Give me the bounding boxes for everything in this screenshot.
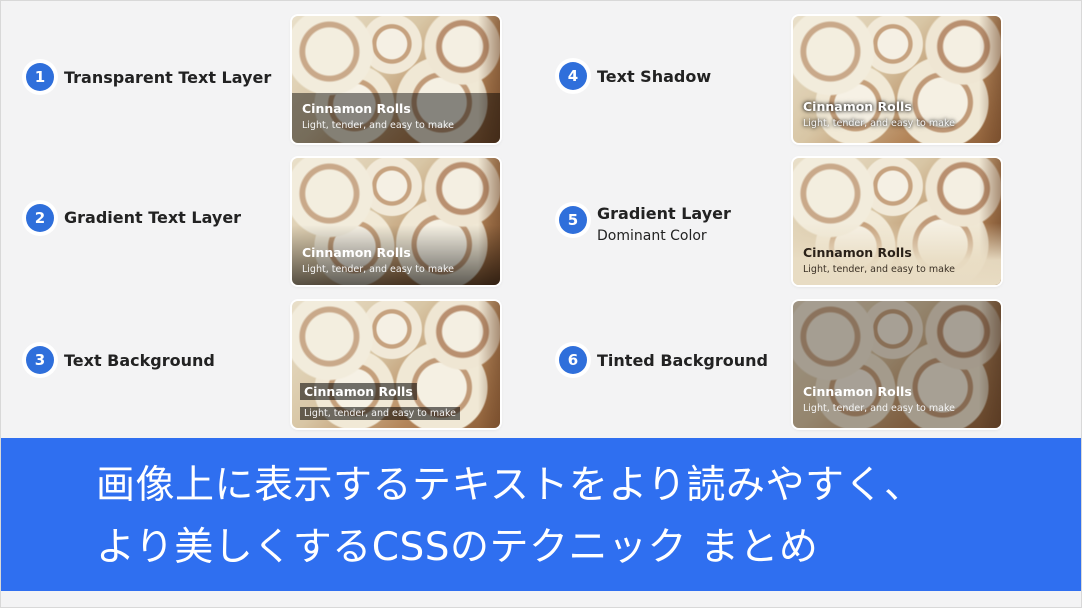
text-layer: Cinnamon Rolls Light, tender, and easy t… bbox=[292, 381, 500, 428]
card-title: Cinnamon Rolls bbox=[803, 245, 912, 260]
technique-item-6: 6 Tinted Background Cinnamon Rolls Light… bbox=[559, 299, 1039, 429]
banner-title-line-2: より美しくするCSSのテクニック まとめ bbox=[96, 525, 819, 570]
card-subtitle: Light, tender, and easy to make bbox=[803, 118, 955, 129]
card-subtitle: Light, tender, and easy to make bbox=[300, 407, 460, 420]
technique-sublabel: Dominant Color bbox=[597, 228, 707, 244]
technique-item-4: 4 Text Shadow Cinnamon Rolls Light, tend… bbox=[559, 15, 1039, 145]
example-card: Cinnamon Rolls Light, tender, and easy t… bbox=[793, 301, 1001, 428]
card-title: Cinnamon Rolls bbox=[302, 101, 411, 116]
text-layer: Cinnamon Rolls Light, tender, and easy t… bbox=[793, 223, 1001, 285]
text-layer: Cinnamon Rolls Light, tender, and easy t… bbox=[292, 93, 500, 143]
example-card: Cinnamon Rolls Light, tender, and easy t… bbox=[292, 301, 500, 428]
text-layer: Cinnamon Rolls Light, tender, and easy t… bbox=[793, 99, 1001, 143]
example-card: Cinnamon Rolls Light, tender, and easy t… bbox=[292, 158, 500, 285]
number-badge: 1 bbox=[26, 63, 54, 91]
technique-label: Transparent Text Layer bbox=[64, 68, 272, 87]
card-title: Cinnamon Rolls bbox=[803, 384, 912, 399]
card-subtitle: Light, tender, and easy to make bbox=[302, 120, 454, 131]
example-card: Cinnamon Rolls Light, tender, and easy t… bbox=[793, 16, 1001, 143]
technique-item-3: 3 Text Background Cinnamon Rolls Light, … bbox=[26, 299, 506, 429]
example-card: Cinnamon Rolls Light, tender, and easy t… bbox=[793, 158, 1001, 285]
card-subtitle: Light, tender, and easy to make bbox=[302, 264, 454, 275]
card-title: Cinnamon Rolls bbox=[302, 245, 411, 260]
card-subtitle: Light, tender, and easy to make bbox=[803, 403, 955, 414]
technique-label: Gradient Layer bbox=[597, 204, 731, 223]
technique-item-1: 1 Transparent Text Layer Cinnamon Rolls … bbox=[26, 15, 506, 145]
number-badge: 6 bbox=[559, 346, 587, 374]
text-layer: Cinnamon Rolls Light, tender, and easy t… bbox=[292, 225, 500, 285]
card-subtitle: Light, tender, and easy to make bbox=[803, 264, 955, 275]
example-card: Cinnamon Rolls Light, tender, and easy t… bbox=[292, 16, 500, 143]
card-title: Cinnamon Rolls bbox=[803, 99, 912, 114]
number-badge: 5 bbox=[559, 206, 587, 234]
technique-item-5: 5 Gradient Layer Dominant Color Cinnamon… bbox=[559, 157, 1039, 287]
technique-label: Text Shadow bbox=[597, 67, 712, 86]
title-banner: 画像上に表示するテキストをより読みやすく、 より美しくするCSSのテクニック ま… bbox=[1, 438, 1081, 591]
technique-item-2: 2 Gradient Text Layer Cinnamon Rolls Lig… bbox=[26, 157, 506, 287]
banner-title-line-1: 画像上に表示するテキストをより読みやすく、 bbox=[96, 463, 924, 508]
number-badge: 2 bbox=[26, 204, 54, 232]
technique-label: Gradient Text Layer bbox=[64, 208, 242, 227]
number-badge: 3 bbox=[26, 346, 54, 374]
text-layer: Cinnamon Rolls Light, tender, and easy t… bbox=[793, 384, 1001, 428]
number-badge: 4 bbox=[559, 62, 587, 90]
technique-label: Tinted Background bbox=[597, 351, 768, 370]
technique-label: Text Background bbox=[64, 351, 215, 370]
card-title: Cinnamon Rolls bbox=[300, 383, 417, 400]
